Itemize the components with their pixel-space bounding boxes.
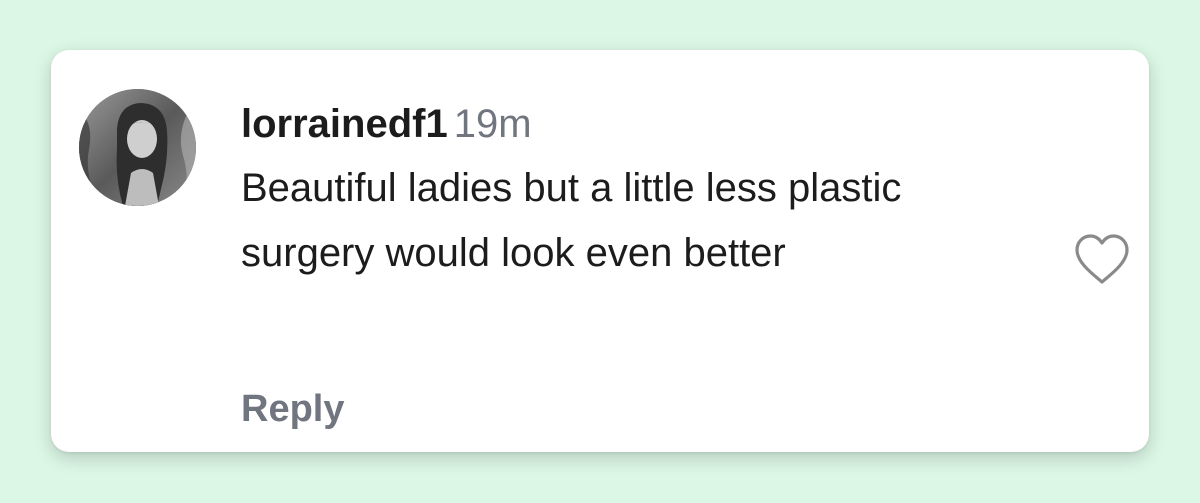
comment-body: lorrainedf1 19m Beautiful ladies but a li… [241,96,1041,286]
comment-text: Beautiful ladies but a little less plast… [241,166,902,275]
heart-outline-icon [1075,234,1129,284]
username[interactable]: lorrainedf1 [241,102,448,146]
avatar-photo [79,89,196,206]
like-button[interactable] [1072,232,1132,286]
comment-header: lorrainedf1 19m [241,96,1041,152]
avatar[interactable] [79,89,196,206]
reply-button[interactable]: Reply [241,388,344,431]
timestamp: 19m [453,102,532,146]
